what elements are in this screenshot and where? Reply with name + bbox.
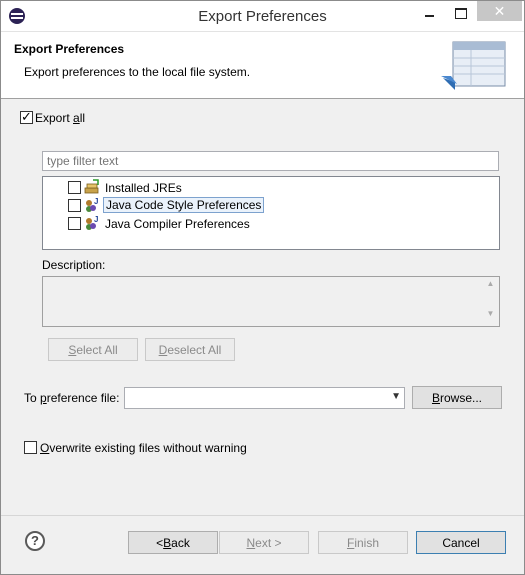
- tree-item-label: Java Compiler Preferences: [105, 217, 250, 231]
- footer-separator: [1, 515, 524, 516]
- jre-icon: [84, 179, 99, 194]
- cancel-button[interactable]: Cancel: [416, 531, 506, 554]
- svg-text:J: J: [94, 197, 98, 206]
- tree-item-label: Java Code Style Preferences: [103, 197, 265, 213]
- tree-item-installed-jres[interactable]: Installed JREs: [43, 178, 499, 196]
- preference-file-label: To preference file:: [24, 391, 120, 405]
- java-compiler-checkbox[interactable]: [68, 217, 81, 230]
- tree-item-java-code-style[interactable]: J Java Code Style Preferences: [43, 196, 499, 214]
- description-scrollbar[interactable]: ▲ ▼: [484, 279, 497, 324]
- maximize-button[interactable]: [444, 1, 478, 25]
- installed-jres-checkbox[interactable]: [68, 181, 81, 194]
- help-icon[interactable]: ?: [25, 531, 45, 551]
- export-preferences-dialog: Export Preferences ✕ Export Preferences …: [0, 0, 525, 575]
- export-wizard-banner-icon: [441, 41, 506, 90]
- finish-button[interactable]: Finish: [318, 531, 408, 554]
- export-all-checkbox[interactable]: [20, 109, 33, 125]
- preference-file-combo[interactable]: ▼: [124, 387, 405, 409]
- tree-item-label: Installed JREs: [105, 181, 182, 195]
- filter-input[interactable]: [42, 151, 499, 171]
- java-preferences-icon: J: [86, 197, 98, 212]
- overwrite-checkbox[interactable]: [24, 441, 37, 454]
- deselect-all-button[interactable]: Deselect All: [145, 338, 235, 361]
- export-all-label[interactable]: Export all: [35, 111, 85, 125]
- description-label: Description:: [42, 258, 106, 272]
- tree-item-java-compiler[interactable]: J Java Compiler Preferences: [43, 214, 499, 232]
- title-bar[interactable]: Export Preferences ✕: [1, 1, 524, 32]
- page-title: Export Preferences: [14, 42, 125, 56]
- browse-button[interactable]: Browse...: [412, 386, 502, 409]
- preferences-tree[interactable]: Installed JREs J Java Code Style Prefere…: [42, 176, 500, 250]
- back-button[interactable]: < Back: [128, 531, 218, 554]
- close-icon: ✕: [493, 2, 506, 19]
- select-all-button[interactable]: Select All: [48, 338, 138, 361]
- close-button[interactable]: ✕: [477, 1, 522, 21]
- java-preferences-icon: J: [86, 215, 98, 230]
- next-button[interactable]: Next >: [219, 531, 309, 554]
- chevron-down-icon[interactable]: ▼: [391, 391, 401, 402]
- overwrite-label[interactable]: Overwrite existing files without warning: [40, 441, 247, 455]
- description-text-area[interactable]: ▲ ▼: [42, 276, 500, 327]
- scroll-up-icon: ▲: [486, 279, 495, 288]
- scroll-down-icon: ▼: [486, 309, 495, 318]
- page-description: Export preferences to the local file sys…: [24, 65, 251, 79]
- java-code-style-checkbox[interactable]: [68, 199, 81, 212]
- wizard-header: Export Preferences Export preferences to…: [1, 32, 524, 99]
- svg-text:J: J: [94, 215, 98, 224]
- minimize-button[interactable]: [412, 1, 446, 25]
